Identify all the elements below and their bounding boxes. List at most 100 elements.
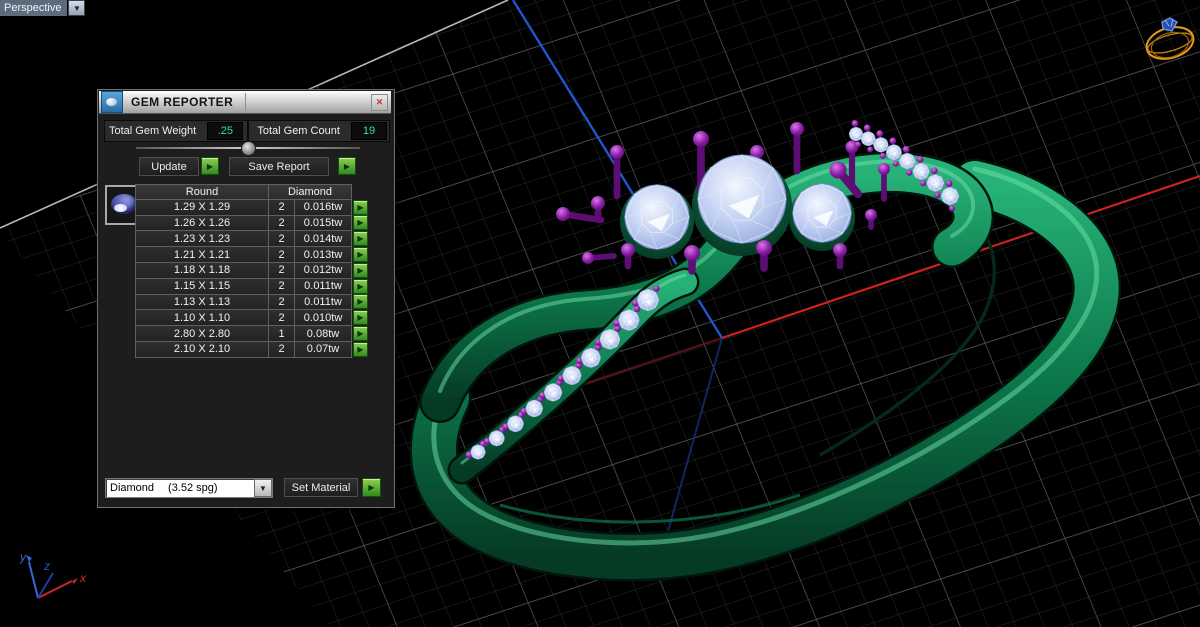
gem [848, 126, 864, 142]
gem-row-action: ▶ [352, 341, 369, 358]
gem [926, 174, 945, 192]
row-arrow-button[interactable]: ▶ [353, 231, 368, 247]
close-icon[interactable]: ✕ [371, 94, 388, 111]
row-arrow-button[interactable]: ▶ [353, 247, 368, 263]
gem-count-cell: 2 [268, 230, 295, 248]
panel-title: GEM REPORTER [131, 95, 234, 109]
gem-size-cell: 1.26 X 1.26 [135, 214, 269, 232]
row-arrow-button[interactable]: ▶ [353, 326, 368, 342]
gem-row-action: ▶ [352, 215, 369, 232]
gem-count-cell: 2 [268, 309, 295, 327]
gem [488, 430, 505, 447]
prong [945, 180, 953, 187]
column-header-round: Round [135, 184, 269, 200]
rhino-viewport-window: Perspective ▼ x y z GEM REPORTER ✕ Total… [0, 0, 1200, 627]
gem-count-cell: 2 [268, 293, 295, 311]
gem [899, 152, 916, 170]
gem-table: Round Diamond 1.29 X 1.29 2 0.016tw ▶ 1.… [135, 184, 369, 358]
gem-size-cell: 1.15 X 1.15 [135, 277, 269, 295]
slider-knob[interactable] [241, 141, 256, 156]
gem-size-cell: 1.23 X 1.23 [135, 230, 269, 248]
gem-count-cell: 2 [268, 246, 295, 263]
row-arrow-button[interactable]: ▶ [353, 262, 368, 278]
prong [906, 169, 913, 176]
prong [851, 120, 859, 127]
gem-size-cell: 2.80 X 2.80 [135, 325, 269, 342]
gem [543, 383, 563, 402]
gem [885, 144, 902, 161]
gem [618, 309, 640, 331]
gem-size-cell: 1.29 X 1.29 [135, 198, 269, 216]
panel-titlebar[interactable]: GEM REPORTER ✕ [99, 91, 391, 114]
material-density: (3.52 spg) [168, 482, 218, 494]
gem-row-action: ▶ [352, 230, 369, 247]
prong [930, 167, 938, 175]
gem-weight-cell: 0.010tw [294, 309, 352, 327]
material-dropdown[interactable]: Diamond (3.52 spg) ▼ [105, 478, 273, 498]
gem [636, 288, 660, 312]
gem-count-cell: 2 [268, 340, 295, 358]
prong [916, 156, 924, 163]
row-arrow-button[interactable]: ▶ [353, 341, 368, 357]
gem-count-cell: 2 [268, 198, 295, 216]
gem-count-cell: 2 [268, 214, 295, 232]
gem-row-action: ▶ [352, 199, 369, 216]
gem-count-cell: 2 [268, 261, 295, 279]
gem-weight-cell: 0.012tw [294, 261, 352, 279]
round-gem-icon [111, 194, 137, 214]
gem-row-action: ▶ [352, 278, 369, 295]
prong [855, 141, 861, 148]
prong [920, 180, 927, 187]
prong [633, 305, 641, 313]
gem-size-cell: 1.18 X 1.18 [135, 261, 269, 279]
gem-weight-cell: 0.07tw [294, 340, 352, 358]
gem-weight-cell: 0.011tw [294, 293, 352, 311]
prong [876, 130, 884, 138]
prong [892, 160, 899, 167]
gem-weight-cell: 0.016tw [294, 198, 352, 216]
prong [902, 146, 910, 153]
gem [792, 183, 852, 243]
save-report-button[interactable]: Save Report [229, 157, 329, 176]
viewport-dropdown-icon[interactable]: ▼ [68, 0, 86, 16]
gem [697, 154, 787, 244]
prong [863, 124, 871, 132]
prong [879, 152, 886, 159]
totals-bar: Total Gem Weight .25 Total Gem Count 19 [104, 120, 390, 142]
gem-row-action: ▶ [352, 262, 369, 279]
gem-row-action: ▶ [352, 246, 369, 263]
set-material-button[interactable]: Set Material [284, 478, 358, 497]
row-arrow-button[interactable]: ▶ [353, 215, 368, 231]
prong [867, 146, 874, 153]
gem [873, 137, 889, 153]
viewport-tab: Perspective ▼ [0, 0, 86, 16]
dropdown-arrow-icon[interactable]: ▼ [254, 479, 272, 497]
gem-size-cell: 1.21 X 1.21 [135, 246, 269, 263]
viewport-title-menu[interactable]: Perspective [0, 0, 68, 16]
gem [525, 399, 543, 418]
set-material-arrow-button[interactable]: ▶ [362, 478, 381, 497]
save-report-arrow-button[interactable]: ▶ [338, 157, 356, 175]
gem-count-cell: 2 [268, 277, 295, 295]
gem-reporter-panel: GEM REPORTER ✕ Total Gem Weight .25 Tota… [97, 89, 395, 508]
gem-size-cell: 2.10 X 2.10 [135, 340, 269, 358]
gem-row-action: ▶ [352, 294, 369, 311]
total-weight-value: .25 [207, 122, 244, 140]
row-arrow-button[interactable]: ▶ [353, 294, 368, 310]
gem [599, 329, 621, 350]
gem-count-cell: 1 [268, 325, 295, 342]
gem [940, 186, 960, 206]
gem [581, 347, 601, 368]
row-arrow-button[interactable]: ▶ [353, 310, 368, 326]
gem-weight-cell: 0.014tw [294, 230, 352, 248]
gem-size-cell: 1.13 X 1.13 [135, 293, 269, 311]
gem-size-cell: 1.10 X 1.10 [135, 309, 269, 327]
gem-row-action: ▶ [352, 325, 369, 342]
update-arrow-button[interactable]: ▶ [201, 157, 219, 175]
update-button[interactable]: Update [139, 157, 199, 176]
gem-reporter-icon [101, 91, 123, 113]
axis-gizmo: x y z [19, 550, 87, 599]
gem-weight-cell: 0.08tw [294, 325, 352, 342]
row-arrow-button[interactable]: ▶ [353, 199, 368, 215]
row-arrow-button[interactable]: ▶ [353, 278, 368, 294]
